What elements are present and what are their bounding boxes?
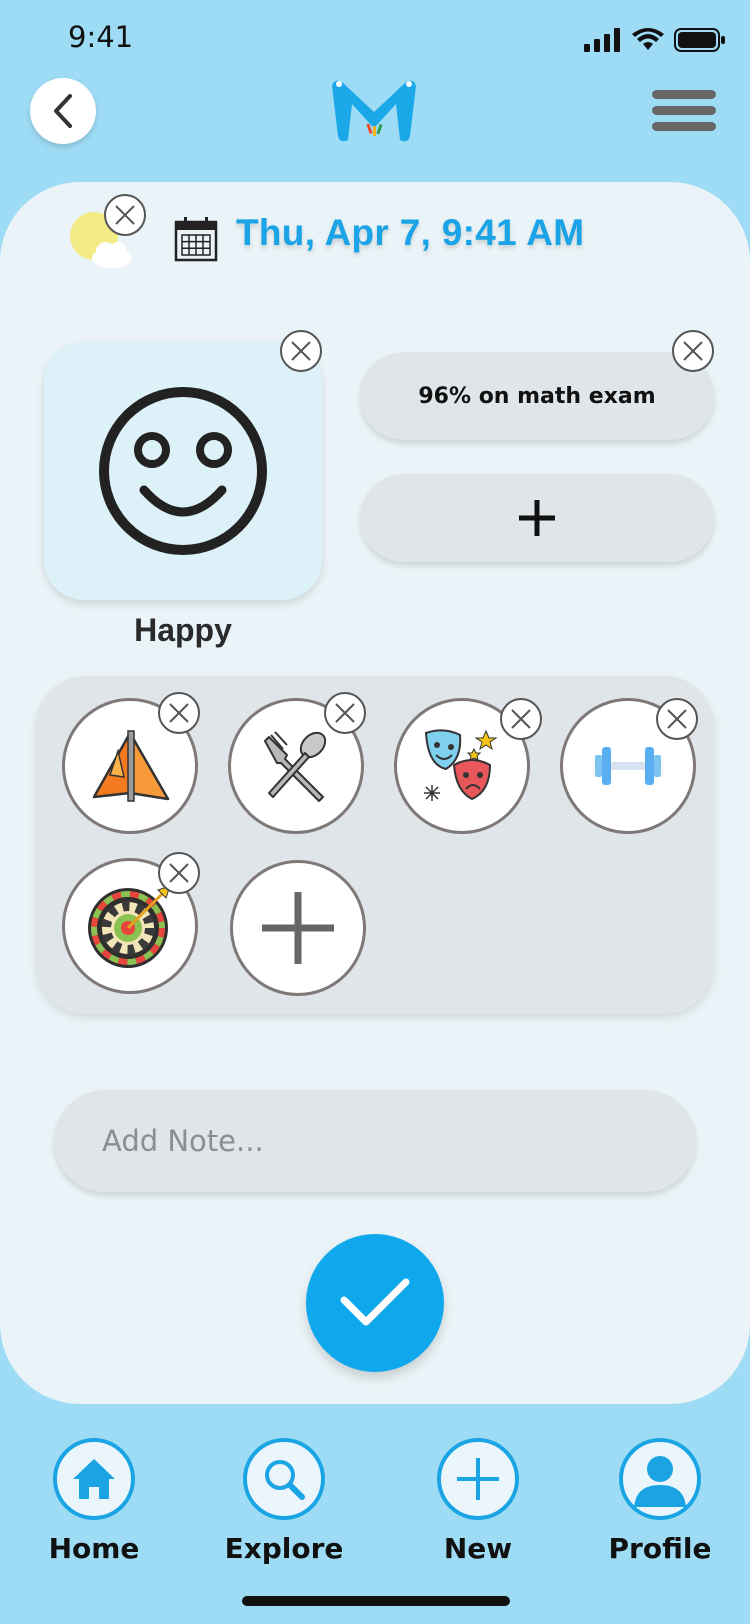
search-icon — [265, 1460, 305, 1500]
close-icon — [511, 709, 531, 729]
confirm-button[interactable] — [306, 1234, 444, 1372]
plus-icon — [457, 1458, 499, 1500]
home-icon — [73, 1459, 115, 1499]
battery-icon — [674, 28, 725, 52]
close-icon — [683, 341, 703, 361]
nav-new-label: New — [443, 1532, 513, 1565]
remove-highlight-button[interactable] — [672, 330, 714, 372]
nav-home[interactable]: Home — [14, 1438, 174, 1565]
user-icon — [634, 1456, 686, 1507]
checkmark-icon — [340, 1278, 410, 1326]
dumbbell-icon — [595, 747, 661, 785]
mood-label: Happy — [134, 612, 232, 648]
back-button[interactable] — [30, 78, 96, 144]
remove-activity-button[interactable] — [158, 692, 200, 734]
smiley-face-icon — [99, 387, 267, 555]
remove-activity-button[interactable] — [656, 698, 698, 740]
entry-datetime[interactable]: Thu, Apr 7, 9:41 AM — [236, 212, 584, 254]
nav-profile-label: Profile — [608, 1532, 712, 1565]
note-input[interactable] — [54, 1090, 696, 1192]
highlight-label: 96% on math exam — [418, 383, 656, 409]
chevron-left-icon — [54, 94, 72, 128]
activities-panel — [36, 676, 714, 1014]
tent-icon — [92, 730, 170, 802]
status-time: 9:41 — [68, 20, 134, 54]
plus-icon — [262, 892, 334, 964]
nav-explore-label: Explore — [224, 1532, 344, 1565]
nav-new-circle — [437, 1438, 519, 1520]
remove-activity-button[interactable] — [158, 852, 200, 894]
status-icons — [584, 28, 726, 52]
hamburger-menu-icon — [652, 90, 716, 131]
nav-home-label: Home — [48, 1532, 140, 1565]
signal-icon — [584, 28, 620, 52]
close-icon — [169, 703, 189, 723]
app-logo — [324, 74, 424, 150]
theater-masks-icon — [424, 729, 498, 801]
home-indicator — [242, 1596, 510, 1606]
close-icon — [335, 703, 355, 723]
menu-button[interactable] — [652, 90, 716, 132]
add-highlight-button[interactable] — [360, 474, 714, 562]
close-icon — [667, 709, 687, 729]
close-icon — [291, 341, 311, 361]
plus-icon — [519, 500, 555, 536]
close-icon — [169, 863, 189, 883]
nav-profile-circle — [619, 1438, 701, 1520]
calendar-icon[interactable] — [174, 216, 218, 262]
nav-explore-circle — [243, 1438, 325, 1520]
add-activity-button[interactable] — [230, 860, 366, 996]
wifi-icon — [632, 28, 664, 50]
close-icon — [115, 205, 135, 225]
nav-explore[interactable]: Explore — [204, 1438, 364, 1565]
highlight-item[interactable]: 96% on math exam — [360, 352, 714, 440]
remove-activity-button[interactable] — [500, 698, 542, 740]
remove-activity-button[interactable] — [324, 692, 366, 734]
nav-new[interactable]: New — [398, 1438, 558, 1565]
remove-weather-button[interactable] — [104, 194, 146, 236]
remove-mood-button[interactable] — [280, 330, 322, 372]
dartboard-icon — [88, 885, 171, 968]
fork-spoon-icon — [264, 731, 327, 802]
nav-home-circle — [53, 1438, 135, 1520]
mood-selector[interactable] — [44, 342, 322, 600]
nav-profile[interactable]: Profile — [580, 1438, 740, 1565]
